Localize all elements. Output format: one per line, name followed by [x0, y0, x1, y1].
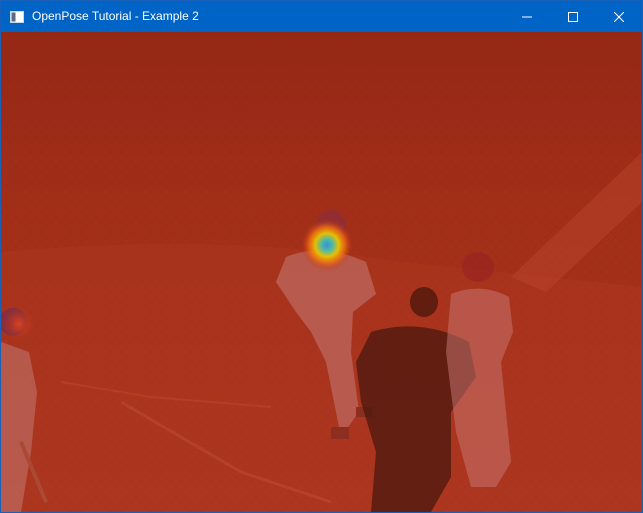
image-viewport	[1, 32, 642, 512]
minimize-button[interactable]	[504, 1, 550, 32]
pose-heatmap-image	[1, 32, 642, 512]
close-icon	[614, 11, 624, 22]
maximize-button[interactable]	[550, 1, 596, 32]
window-title: OpenPose Tutorial - Example 2	[32, 9, 199, 23]
window-app-icon	[10, 10, 24, 23]
title-bar[interactable]: OpenPose Tutorial - Example 2	[1, 1, 642, 32]
close-button[interactable]	[596, 1, 642, 32]
minimize-icon	[522, 16, 532, 17]
maximize-icon	[568, 11, 578, 22]
app-window: OpenPose Tutorial - Example 2	[0, 0, 643, 513]
